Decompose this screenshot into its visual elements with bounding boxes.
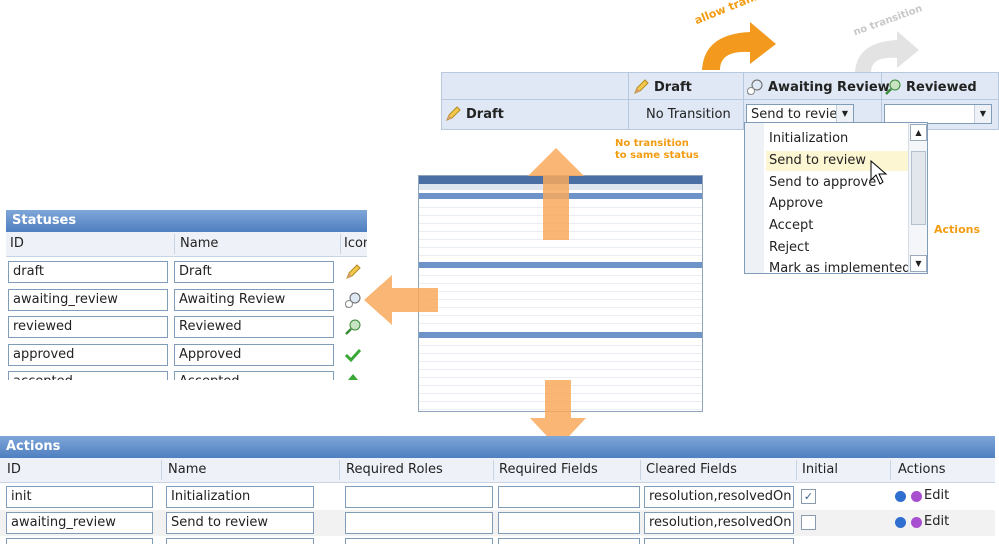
required-fields-field[interactable]	[498, 538, 640, 544]
col-icon: Icon	[344, 236, 367, 251]
action-name-field[interactable]: Initialization	[166, 486, 314, 508]
action-id-field[interactable]: awaiting_review	[6, 512, 153, 534]
scroll-thumb[interactable]	[911, 151, 926, 225]
edit-icon[interactable]	[911, 517, 922, 528]
edit-icon[interactable]	[911, 491, 922, 502]
col-name: Name	[180, 236, 219, 251]
status-id-field[interactable]: awaiting_review	[8, 289, 168, 311]
edit-link[interactable]: Edit	[924, 514, 949, 529]
dropdown-scrollbar[interactable]: ▲ ▼	[908, 123, 927, 273]
col-id: ID	[10, 236, 24, 251]
no-transition-cell: No Transition	[646, 106, 731, 122]
dropdown-option[interactable]: Approve	[769, 194, 823, 214]
green-arrow-icon[interactable]	[346, 373, 360, 380]
chevron-down-icon[interactable]: ▼	[836, 105, 853, 123]
col-id: ID	[7, 462, 21, 477]
status-id-field[interactable]: approved	[8, 344, 168, 366]
scroll-down-icon[interactable]: ▼	[910, 255, 927, 272]
transition-header-draft: Draft	[632, 76, 692, 98]
actions-header-row: ID Name Required Roles Required Fields C…	[0, 458, 995, 483]
statuses-panel: Statuses ID Name Icon draft Draft awaiti…	[6, 210, 367, 380]
dropdown-option[interactable]: Accept	[769, 216, 813, 236]
cleared-fields-field[interactable]	[644, 538, 794, 544]
required-roles-field[interactable]	[345, 486, 493, 508]
checkmark-icon[interactable]	[344, 346, 362, 364]
col-required-fields: Required Fields	[499, 462, 598, 477]
actions-panel: Actions ID Name Required Roles Required …	[0, 436, 995, 544]
chevron-down-icon[interactable]: ▼	[974, 105, 991, 123]
cleared-fields-field[interactable]: resolution,resolvedOn	[644, 486, 794, 508]
dropdown-option[interactable]: Send to approve	[769, 173, 876, 193]
scroll-up-icon[interactable]: ▲	[910, 124, 927, 141]
delete-icon[interactable]	[895, 517, 906, 528]
initial-checkbox-checked[interactable]: ✓	[801, 489, 816, 504]
transition-select-awaiting-review[interactable]: Send to revie ▼	[746, 104, 854, 124]
transition-row-draft: Draft	[444, 103, 504, 125]
same-status-note: No transition to same status	[615, 138, 699, 161]
required-roles-field[interactable]	[345, 538, 493, 544]
pencil-icon[interactable]	[344, 263, 362, 281]
pencil-icon	[634, 79, 649, 94]
status-id-field[interactable]: draft	[8, 261, 168, 283]
magnifier-clock-icon	[747, 79, 763, 95]
statuses-title: Statuses	[6, 210, 367, 232]
status-id-field[interactable]: accepted	[8, 371, 168, 380]
actions-title: Actions	[0, 436, 995, 458]
required-fields-field[interactable]	[498, 512, 640, 534]
status-id-field[interactable]: reviewed	[8, 316, 168, 338]
status-name-field[interactable]: Accepted	[174, 371, 334, 380]
col-required-roles: Required Roles	[346, 462, 443, 477]
dropdown-option[interactable]: Reject	[769, 238, 809, 258]
action-id-field[interactable]: init	[6, 486, 153, 508]
status-name-field[interactable]: Draft	[174, 261, 334, 283]
transition-header-awaiting-review: Awaiting Review	[746, 76, 890, 98]
required-roles-field[interactable]	[345, 512, 493, 534]
status-name-field[interactable]: Approved	[174, 344, 334, 366]
status-name-field[interactable]: Awaiting Review	[174, 289, 334, 311]
transition-select-reviewed[interactable]: ▼	[884, 104, 992, 124]
actions-note: Actions	[934, 223, 980, 236]
edit-link[interactable]: Edit	[924, 488, 949, 503]
col-actions: Actions	[898, 462, 946, 477]
col-initial: Initial	[802, 462, 838, 477]
dropdown-option[interactable]: Mark as implemented	[769, 259, 910, 273]
magnifier-check-icon[interactable]	[344, 318, 362, 336]
action-name-field[interactable]: Send to review	[166, 512, 314, 534]
transition-dropdown-list[interactable]: Initialization Send to review Send to ap…	[744, 122, 928, 274]
status-name-field[interactable]: Reviewed	[174, 316, 334, 338]
required-fields-field[interactable]	[498, 486, 640, 508]
magnifier-check-icon	[885, 79, 901, 95]
up-arrow-icon	[528, 148, 584, 240]
col-name: Name	[168, 462, 207, 477]
initial-checkbox[interactable]	[801, 515, 816, 530]
left-arrow-icon	[364, 275, 438, 325]
transition-header-reviewed: Reviewed	[884, 76, 977, 98]
statuses-header-row: ID Name Icon	[6, 232, 367, 257]
mouse-cursor-icon	[870, 160, 888, 185]
dropdown-option[interactable]: Initialization	[769, 129, 848, 149]
delete-icon[interactable]	[895, 491, 906, 502]
pencil-icon	[446, 106, 461, 121]
magnifier-clock-icon[interactable]	[344, 291, 362, 309]
action-name-field[interactable]	[166, 538, 314, 544]
col-cleared-fields: Cleared Fields	[646, 462, 737, 477]
action-id-field[interactable]	[6, 538, 153, 544]
cleared-fields-field[interactable]: resolution,resolvedOn	[644, 512, 794, 534]
